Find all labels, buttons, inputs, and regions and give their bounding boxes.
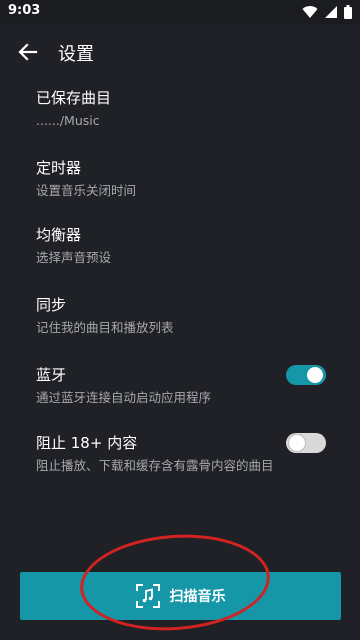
scan-music-button[interactable]: 扫描音乐	[20, 572, 341, 620]
setting-subtitle: 阻止播放、下载和缓存含有露骨内容的曲目	[36, 458, 274, 473]
status-time: 9:03	[8, 3, 41, 18]
music-scan-icon	[135, 584, 160, 608]
scan-music-label: 扫描音乐	[169, 589, 226, 605]
setting-title: 同步	[36, 296, 67, 314]
setting-bluetooth[interactable]: 蓝牙 通过蓝牙连接自动启动应用程序	[0, 365, 360, 433]
back-button[interactable]	[12, 36, 44, 68]
setting-subtitle: 通过蓝牙连接自动启动应用程序	[36, 390, 212, 405]
setting-title: 均衡器	[36, 226, 82, 244]
status-icons	[302, 4, 352, 20]
setting-subtitle: 设置音乐关闭时间	[36, 183, 137, 198]
bluetooth-toggle[interactable]	[286, 365, 326, 385]
block-explicit-toggle[interactable]	[286, 433, 326, 453]
toggle-knob	[289, 435, 305, 451]
toggle-knob	[307, 367, 323, 383]
setting-subtitle: 记住我的曲目和播放列表	[36, 320, 174, 335]
setting-saved-tracks[interactable]: 已保存曲目 ....../Music	[0, 88, 360, 158]
setting-sync[interactable]: 同步 记住我的曲目和播放列表	[0, 295, 360, 365]
settings-list: 已保存曲目 ....../Music 定时器 设置音乐关闭时间 均衡器 选择声音…	[0, 88, 360, 503]
status-bar: 9:03	[0, 0, 360, 24]
signal-icon	[325, 6, 337, 18]
app-bar: 设置	[0, 24, 360, 80]
setting-title: 定时器	[36, 159, 82, 177]
battery-icon	[344, 5, 352, 19]
setting-title: 已保存曲目	[36, 89, 112, 107]
setting-subtitle: ....../Music	[36, 113, 100, 128]
arrow-left-icon	[18, 43, 38, 61]
wifi-icon	[302, 6, 318, 19]
page-title: 设置	[58, 44, 94, 65]
setting-block-explicit[interactable]: 阻止 18+ 内容 阻止播放、下载和缓存含有露骨内容的曲目	[0, 433, 360, 503]
setting-timer[interactable]: 定时器 设置音乐关闭时间	[0, 158, 360, 225]
setting-subtitle: 选择声音预设	[36, 250, 112, 265]
setting-equalizer[interactable]: 均衡器 选择声音预设	[0, 225, 360, 295]
